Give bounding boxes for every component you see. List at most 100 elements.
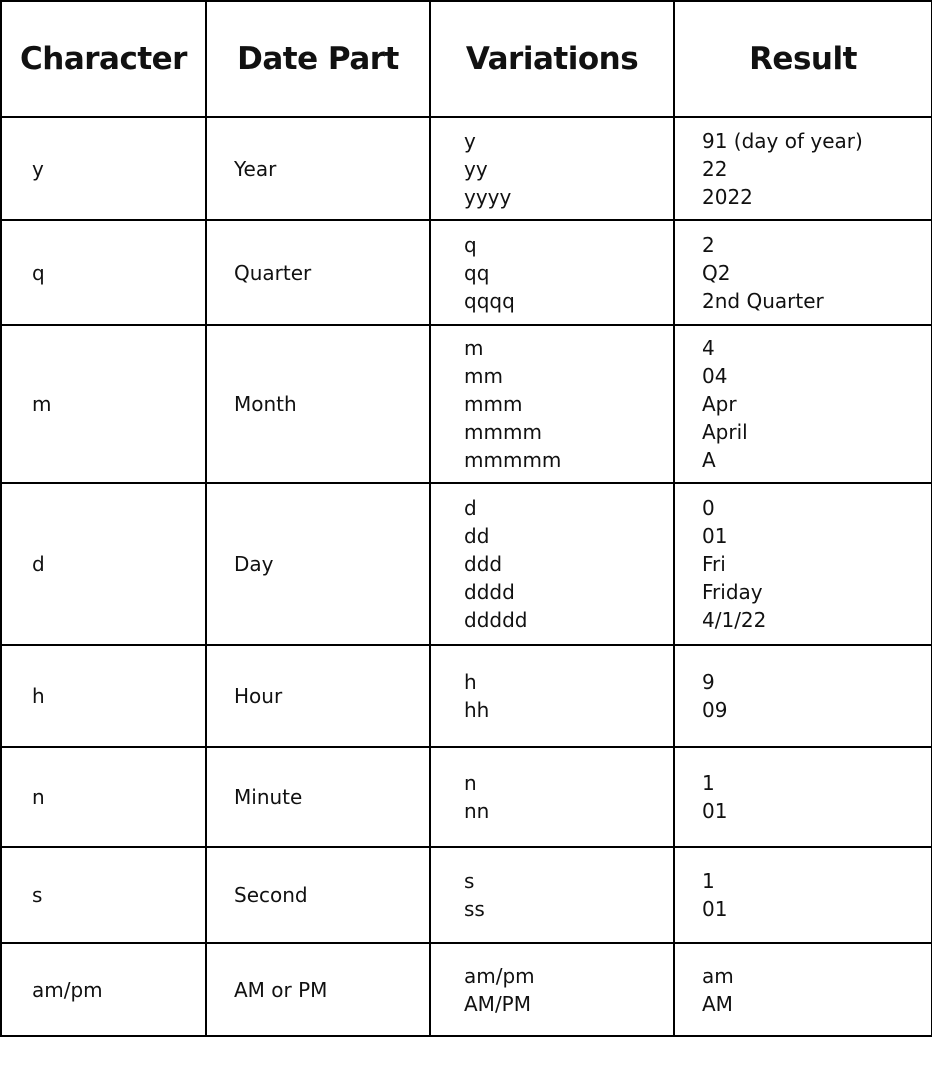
variations-cell-text: q [464, 232, 477, 257]
variations-cell-text: d [464, 496, 477, 520]
character-cell-text: n [32, 785, 45, 809]
variations-cell-text: nn [464, 799, 490, 823]
date-part-cell: Hour [205, 644, 431, 748]
variations-cell: s ss [429, 846, 675, 944]
date-part-cell-text: AM or PM [234, 977, 328, 1002]
date-part-cell: Year [205, 116, 431, 221]
character-cell-text: am/pm [32, 977, 103, 1002]
variations-cell-text: dd [464, 524, 490, 548]
variations-cell: h hh [429, 644, 675, 748]
variations-cell-text: qqqq [464, 288, 515, 313]
result-cell: 0 01 Fri Friday 4/1/22 [673, 482, 932, 646]
variations-cell-text: mmmm [464, 420, 542, 444]
result-cell-text: 09 [702, 698, 728, 722]
variations-cell-text: hh [464, 698, 490, 722]
character-cell: q [0, 219, 207, 326]
variations-cell-text: ss [464, 897, 485, 921]
result-cell-text: 2022 [702, 184, 753, 209]
date-part-cell: Day [205, 482, 431, 646]
result-cell-text: 04 [702, 364, 728, 388]
table-row: h Hour h hh 9 09 [0, 644, 932, 748]
variations-cell-text: ddd [464, 552, 503, 576]
result-cell-text: 01 [702, 799, 728, 823]
result-cell-text: 4/1/22 [702, 608, 767, 632]
character-cell-text: y [32, 156, 44, 181]
character-cell: m [0, 324, 207, 484]
result-cell-text: am [702, 963, 734, 988]
variations-cell-text: mmm [464, 392, 523, 416]
character-cell: am/pm [0, 942, 207, 1037]
date-part-cell-text: Year [234, 156, 277, 181]
result-cell-text: 0 [702, 496, 715, 520]
header-row: Character Date Part Variations Result [0, 0, 932, 118]
variations-cell-text: mm [464, 364, 503, 388]
header-date-part: Date Part [205, 0, 431, 118]
date-part-cell-text: Hour [234, 684, 283, 708]
date-part-cell-text: Day [234, 552, 274, 576]
variations-cell-text: yyyy [464, 184, 512, 209]
result-cell-text: 2 [702, 232, 715, 257]
character-cell-text: s [32, 883, 43, 907]
variations-cell: d dd ddd dddd ddddd [429, 482, 675, 646]
result-cell-text: 22 [702, 156, 728, 181]
result-cell: 1 01 [673, 846, 932, 944]
result-cell-text: 9 [702, 670, 715, 694]
date-part-cell-text: Minute [234, 785, 303, 809]
variations-cell-text: ddddd [464, 608, 528, 632]
result-cell-text: 01 [702, 897, 728, 921]
date-part-cell: Month [205, 324, 431, 484]
character-cell: d [0, 482, 207, 646]
character-cell-text: h [32, 684, 45, 708]
variations-cell-text: s [464, 869, 475, 893]
header-variations: Variations [429, 0, 675, 118]
result-cell-text: 91 (day of year) [702, 128, 863, 153]
result-cell-text: 1 [702, 771, 715, 795]
date-part-cell: Second [205, 846, 431, 944]
variations-cell: m mm mmm mmmm mmmmm [429, 324, 675, 484]
table-row: n Minute n nn 1 01 [0, 746, 932, 848]
result-cell: 4 04 Apr April A [673, 324, 932, 484]
table-row: s Second s ss 1 01 [0, 846, 932, 944]
header-result: Result [673, 0, 932, 118]
result-cell: 9 09 [673, 644, 932, 748]
character-cell-text: q [32, 260, 45, 285]
date-part-cell-text: Month [234, 392, 297, 416]
result-cell-text: 01 [702, 524, 728, 548]
result-cell-text: Q2 [702, 260, 731, 285]
date-part-cell: Quarter [205, 219, 431, 326]
result-cell-text: April [702, 420, 748, 444]
variations-cell: q qq qqqq [429, 219, 675, 326]
result-cell-text: Apr [702, 392, 737, 416]
result-cell-text: Friday [702, 580, 763, 604]
variations-cell: y yy yyyy [429, 116, 675, 221]
variations-cell: am/pm AM/PM [429, 942, 675, 1037]
character-cell-text: m [32, 392, 52, 416]
date-part-cell: AM or PM [205, 942, 431, 1037]
table-row: m Month m mm mmm mmmm mmmmm 4 04 Apr April A [0, 324, 932, 484]
result-cell-text: AM [702, 991, 733, 1016]
table-row: d Day d dd ddd dddd ddddd 0 01 Fri Friday 4/1/22 [0, 482, 932, 646]
variations-cell: n nn [429, 746, 675, 848]
date-format-table: Character Date Part Variations Result y Y… [0, 0, 932, 1037]
variations-cell-text: qq [464, 260, 490, 285]
character-cell: s [0, 846, 207, 944]
result-cell: 2 Q2 2nd Quarter [673, 219, 932, 326]
table-row: q Quarter q qq qqqq 2 Q2 2nd Quarter [0, 219, 932, 326]
character-cell: h [0, 644, 207, 748]
result-cell-text: Fri [702, 552, 726, 576]
result-cell: 1 01 [673, 746, 932, 848]
variations-cell-text: y [464, 128, 476, 153]
result-cell: 91 (day of year) 22 2022 [673, 116, 932, 221]
date-part-cell: Minute [205, 746, 431, 848]
table-body: y Year y yy yyyy 91 (day of year) 22 2022 q Quart… [0, 116, 932, 1037]
variations-cell-text: dddd [464, 580, 515, 604]
variations-cell-text: h [464, 670, 477, 694]
variations-cell-text: am/pm [464, 963, 535, 988]
header-character: Character [0, 0, 207, 118]
character-cell: n [0, 746, 207, 848]
table-row: am/pm AM or PM am/pm AM/PM am AM [0, 942, 932, 1037]
variations-cell-text: yy [464, 156, 488, 181]
character-cell: y [0, 116, 207, 221]
date-part-cell-text: Quarter [234, 260, 312, 285]
character-cell-text: d [32, 552, 45, 576]
